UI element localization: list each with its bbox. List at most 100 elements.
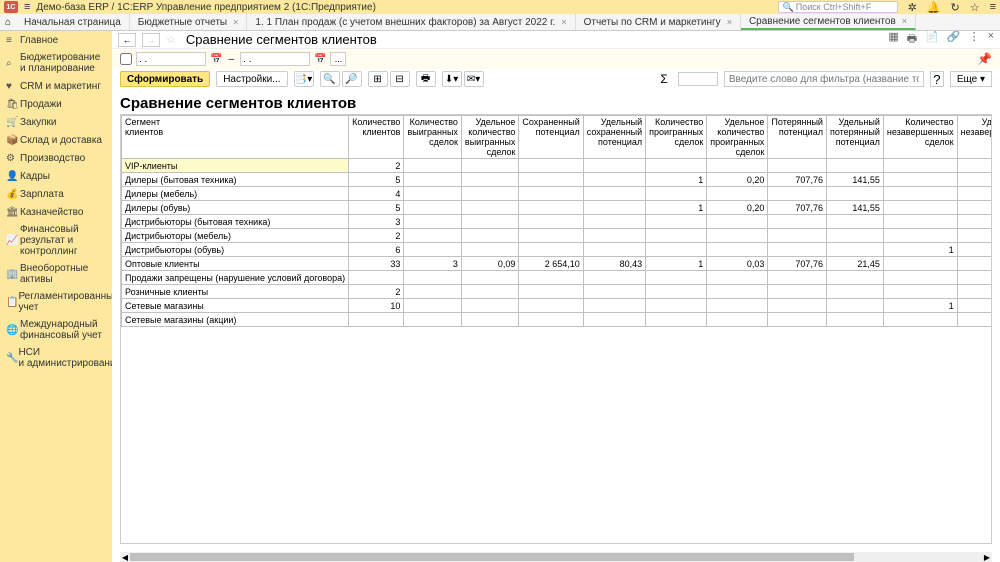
tab-sales-plan[interactable]: 1. 1 План продаж (с учетом внешних факто…	[247, 14, 575, 30]
cell	[404, 159, 461, 173]
form-button[interactable]: Сформировать	[120, 71, 210, 87]
table-row[interactable]: Дилеры (мебель)4	[122, 187, 993, 201]
close-icon[interactable]: ×	[902, 16, 907, 26]
sidebar-item-1[interactable]: ⌕Бюджетирование и планирование	[0, 49, 112, 77]
table-row[interactable]: Сетевые магазины101	[122, 299, 993, 313]
close-icon[interactable]: ×	[727, 17, 732, 27]
col-header[interactable]: Потерянныйпотенциал	[768, 116, 827, 159]
col-header[interactable]: Удельноеколичествопроигранныхсделок	[707, 116, 768, 159]
close-icon[interactable]: ×	[988, 31, 994, 49]
scroll-right-icon[interactable]: ▶	[982, 553, 992, 562]
home-icon[interactable]: ⌂	[0, 17, 16, 28]
tab-segment-compare[interactable]: Сравнение сегментов клиентов×	[741, 14, 916, 30]
col-header[interactable]: Количествонезавершенныхсделок	[883, 116, 957, 159]
history-icon[interactable]: ↻	[950, 1, 959, 14]
col-header[interactable]: Сохраненныйпотенциал	[519, 116, 583, 159]
star-icon[interactable]: ☆	[970, 1, 980, 14]
cell	[404, 187, 461, 201]
sidebar-item-8[interactable]: 💰Зарплата	[0, 185, 112, 203]
table-row[interactable]: Дистрибьюторы (мебель)2	[122, 229, 993, 243]
sidebar-item-0[interactable]: ≡Главное	[0, 31, 112, 49]
date-from-input[interactable]	[136, 52, 206, 66]
table-row[interactable]: Дилеры (бытовая техника)510,20707,76141,…	[122, 173, 993, 187]
mail-button[interactable]: ✉▾	[464, 71, 484, 87]
sidebar-item-3[interactable]: 🛍Продажи	[0, 95, 112, 113]
sidebar-item-6[interactable]: ⚙Производство	[0, 149, 112, 167]
table-row[interactable]: Дистрибьюторы (бытовая техника)3	[122, 215, 993, 229]
favorite-icon[interactable]: ☆	[166, 33, 176, 46]
forward-button[interactable]: →	[142, 33, 160, 47]
col-header[interactable]: Удельноеколичествовыигранныхсделок	[461, 116, 518, 159]
sidebar-item-14[interactable]: 🔧НСИ и администрирование	[0, 344, 112, 372]
col-header[interactable]: Удельноенезавершениесделок	[957, 116, 992, 159]
table-row[interactable]: Дилеры (обувь)510,20707,76141,55	[122, 201, 993, 215]
compass-icon[interactable]: ✲	[908, 1, 917, 14]
cell	[826, 187, 883, 201]
cell	[826, 229, 883, 243]
table-row[interactable]: Оптовые клиенты3330,092 654,1080,4310,03…	[122, 257, 993, 271]
bell-icon[interactable]: 🔔	[927, 1, 941, 14]
cell	[519, 173, 583, 187]
calendar-icon[interactable]: 📅	[210, 54, 222, 65]
sidebar-item-9[interactable]: 🏛Казначейство	[0, 203, 112, 221]
col-header[interactable]: Количествовыигранныхсделок	[404, 116, 461, 159]
table-row[interactable]: VIP-клиенты2	[122, 159, 993, 173]
cell: 5	[349, 173, 404, 187]
col-header[interactable]: Количествоклиентов	[349, 116, 404, 159]
global-search[interactable]: 🔍 Поиск Ctrl+Shift+F	[778, 1, 898, 13]
expand-button[interactable]: ⊞	[368, 71, 388, 87]
col-header[interactable]: Удельныйсохраненныйпотенциал	[583, 116, 645, 159]
sidebar-item-13[interactable]: 🌐Международный финансовый учет	[0, 316, 112, 344]
filter-input[interactable]	[724, 71, 924, 87]
scroll-left-icon[interactable]: ◀	[120, 553, 130, 562]
report-grid[interactable]: СегментклиентовКоличествоклиентовКоличес…	[120, 114, 992, 544]
find-button[interactable]: 🔍	[320, 71, 340, 87]
close-icon[interactable]: ×	[233, 17, 238, 27]
tab-crm-reports[interactable]: Отчеты по CRM и маркетингу×	[576, 14, 741, 30]
help-button[interactable]: ?	[930, 71, 944, 87]
sidebar-icon: 🛍	[6, 99, 20, 110]
sidebar-item-11[interactable]: 🏢Внеоборотные активы	[0, 260, 112, 288]
hscrollbar[interactable]: ◀ ▶	[120, 552, 992, 562]
calendar-icon[interactable]: 📅	[314, 54, 326, 65]
cell	[957, 173, 992, 187]
tab-budget[interactable]: Бюджетные отчеты×	[130, 14, 248, 30]
find-next-button[interactable]: 🔎	[342, 71, 362, 87]
export-icon[interactable]: 📄	[925, 31, 939, 49]
cell: 707,76	[768, 173, 827, 187]
table-row[interactable]: Продажи запрещены (нарушение условий дог…	[122, 271, 993, 285]
print-button[interactable]: 🖶	[416, 71, 436, 87]
table-row[interactable]: Сетевые магазины (акции)	[122, 313, 993, 327]
grid-icon[interactable]: ▦	[888, 31, 898, 49]
collapse-button[interactable]: ⊟	[390, 71, 410, 87]
sidebar-item-7[interactable]: 👤Кадры	[0, 167, 112, 185]
sidebar-item-2[interactable]: ♥CRM и маркетинг	[0, 77, 112, 95]
date-check[interactable]	[120, 53, 132, 65]
table-row[interactable]: Дистрибьюторы (обувь)61	[122, 243, 993, 257]
close-icon[interactable]: ×	[561, 17, 566, 27]
date-to-input[interactable]	[240, 52, 310, 66]
more-icon[interactable]: ⋮	[969, 31, 980, 49]
table-row[interactable]: Розничные клиенты2	[122, 285, 993, 299]
hamburger-icon[interactable]: ≡	[24, 1, 30, 13]
sidebar-item-10[interactable]: 📈Финансовый результат и контроллинг	[0, 221, 112, 260]
pin-icon[interactable]: 📌	[977, 52, 992, 66]
save-button[interactable]: ⬇▾	[442, 71, 462, 87]
col-header[interactable]: Сегментклиентов	[122, 116, 349, 159]
sum-input[interactable]	[678, 72, 718, 86]
tab-home[interactable]: Начальная страница	[16, 14, 130, 30]
col-header[interactable]: Удельныйпотерянныйпотенциал	[826, 116, 883, 159]
more-button[interactable]: Еще ▾	[950, 71, 992, 87]
print-icon[interactable]: 🖶	[907, 31, 917, 49]
link-icon[interactable]: 🔗	[947, 31, 961, 49]
settings-button[interactable]: Настройки...	[216, 71, 287, 87]
sidebar-item-5[interactable]: 📦Склад и доставка	[0, 131, 112, 149]
sidebar-item-4[interactable]: 🛒Закупки	[0, 113, 112, 131]
col-header[interactable]: Количествопроигранныхсделок	[646, 116, 707, 159]
sidebar-item-12[interactable]: 📋Регламентированный учет	[0, 288, 112, 316]
date-picker-button[interactable]: ...	[330, 52, 346, 66]
menu-icon[interactable]: ≡	[990, 1, 996, 13]
variants-button[interactable]: 📑▾	[294, 71, 314, 87]
back-button[interactable]: ←	[118, 33, 136, 47]
scroll-thumb[interactable]	[130, 553, 854, 561]
